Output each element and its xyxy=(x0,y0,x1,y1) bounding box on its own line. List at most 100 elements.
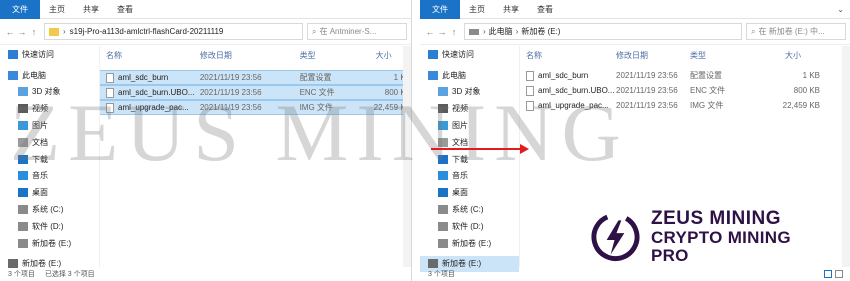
search-icon: ⌕ xyxy=(312,26,317,36)
sidebar-item[interactable]: 3D 对象 xyxy=(420,84,519,101)
sidebar-item[interactable]: 新加卷 (E:) xyxy=(420,235,519,252)
forward-icon[interactable]: → xyxy=(436,27,448,37)
details-view-icon[interactable] xyxy=(824,270,832,278)
sidebar-item[interactable]: 图片 xyxy=(420,117,519,134)
scrollbar[interactable] xyxy=(842,46,850,267)
selected-count: 已选择 3 个项目 xyxy=(44,271,95,278)
sidebar-item-label: 文档 xyxy=(452,137,468,147)
sidebar-item-label: 图片 xyxy=(452,121,468,131)
file-row[interactable]: aml_sdc_burn2021/11/19 23:56配置设置1 KB xyxy=(520,68,850,83)
search-icon: ⌕ xyxy=(751,26,756,36)
sidebar-item-label: 新加卷 (E:) xyxy=(452,238,492,248)
forward-icon[interactable]: → xyxy=(16,27,28,37)
sidebar-item[interactable]: 系统 (C:) xyxy=(420,201,519,218)
file-icon xyxy=(106,87,114,98)
star-icon xyxy=(428,49,438,59)
sidebar-item-label: 视频 xyxy=(32,104,48,114)
search-input[interactable]: ⌕ 在 Antminer-S... xyxy=(307,23,407,40)
breadcrumb-drive[interactable]: 新加卷 (E:) xyxy=(521,26,560,37)
sidebar-item[interactable]: 桌面 xyxy=(420,184,519,201)
tab-view[interactable]: 查看 xyxy=(108,0,142,19)
file-name-text: aml_sdc_burn xyxy=(118,73,169,82)
tab-home[interactable]: 主页 xyxy=(460,0,494,19)
music-icon xyxy=(18,171,28,181)
sidebar-item[interactable]: 文档 xyxy=(0,134,99,151)
sidebar-item[interactable]: 新加卷 (E:) xyxy=(0,235,99,252)
sidebar-item-label: 图片 xyxy=(32,121,48,131)
sidebar-item[interactable]: 下载 xyxy=(420,151,519,168)
drive-icon xyxy=(469,28,479,35)
tab-home[interactable]: 主页 xyxy=(40,0,74,19)
file-row[interactable]: aml_sdc_burn.UBO... 2021/11/19 23:56 ENC 文… xyxy=(100,85,411,100)
sidebar-item[interactable]: 软件 (D:) xyxy=(0,218,99,235)
chevron-right-icon: › xyxy=(483,27,486,36)
up-icon[interactable]: ↑ xyxy=(28,27,40,37)
sidebar-item[interactable]: 快速访问 xyxy=(0,46,99,63)
sidebar-item[interactable]: 音乐 xyxy=(0,168,99,185)
file-row[interactable]: aml_upgrade_pac... 2021/11/19 23:56 IMG 文件… xyxy=(100,100,411,115)
sidebar-item[interactable]: 快速访问 xyxy=(420,46,519,63)
column-type[interactable]: 类型 xyxy=(690,50,760,61)
file-row[interactable]: aml_sdc_burn.UBO... 2021/11/19 23:56 ENC 文… xyxy=(520,83,850,98)
music-icon xyxy=(438,171,448,181)
chevron-down-icon[interactable]: ⌄ xyxy=(837,5,844,14)
computer-icon xyxy=(428,70,438,80)
item-count: 3 个项目 xyxy=(428,271,455,278)
sidebar-item[interactable]: 视频 xyxy=(420,100,519,117)
file-name: aml_upgrade_pac... xyxy=(106,102,200,113)
path-input[interactable]: › 此电脑 › 新加卷 (E:) xyxy=(464,23,742,40)
column-size[interactable]: 大小 xyxy=(760,50,826,61)
sidebar-item[interactable]: 音乐 xyxy=(420,168,519,185)
file-row[interactable]: aml_sdc_burn2021/11/19 23:56配置设置1 KB xyxy=(100,70,411,85)
file-type: IMG 文件 xyxy=(690,101,724,110)
cube-icon xyxy=(18,87,28,97)
sidebar-item-label: 桌面 xyxy=(32,188,48,198)
tab-share[interactable]: 共享 xyxy=(494,0,528,19)
sidebar-item[interactable]: 系统 (C:) xyxy=(0,201,99,218)
tab-file[interactable]: 文件 xyxy=(0,0,40,19)
desktop-icon xyxy=(18,188,28,198)
search-input[interactable]: ⌕ 在 新加卷 (E:) 中... xyxy=(746,23,846,40)
file-name-text: aml_sdc_burn.UBO... xyxy=(538,86,615,95)
sidebar-item[interactable]: 下载 xyxy=(0,151,99,168)
column-name[interactable]: 名称 xyxy=(526,50,616,61)
ribbon-tabs: 文件 主页 共享 查看 ⌄ xyxy=(420,0,850,19)
drive-icon xyxy=(438,221,448,231)
column-date[interactable]: 修改日期 xyxy=(200,50,300,61)
search-placeholder: 在 Antminer-S... xyxy=(319,27,377,36)
file-size: 1 KB xyxy=(802,71,820,80)
path-input[interactable]: › s19j-Pro-a113d-amlctrl-flashCard-20211… xyxy=(44,23,303,40)
scrollbar[interactable] xyxy=(403,46,411,267)
sidebar-item-label: 3D 对象 xyxy=(32,87,61,97)
sidebar-item[interactable]: 软件 (D:) xyxy=(420,218,519,235)
sidebar-item-label: 音乐 xyxy=(32,171,48,181)
sidebar-item[interactable]: 图片 xyxy=(0,117,99,134)
sidebar-item[interactable]: 视频 xyxy=(0,100,99,117)
breadcrumb-this-pc[interactable]: 此电脑 xyxy=(489,26,513,37)
file-row[interactable]: aml_upgrade_pac... 2021/11/19 23:56 IMG 文件… xyxy=(520,98,850,113)
column-date[interactable]: 修改日期 xyxy=(616,50,690,61)
tab-file[interactable]: 文件 xyxy=(420,0,460,19)
navigation-pane: 快速访问此电脑 3D 对象 视频图片文档下载 音乐 桌面 系统 (C:) 软件 (D:) 新加… xyxy=(420,46,520,273)
tab-share[interactable]: 共享 xyxy=(74,0,108,19)
sidebar-item[interactable]: 3D 对象 xyxy=(0,84,99,101)
back-icon[interactable]: ← xyxy=(4,27,16,37)
view-toggle-icon[interactable] xyxy=(824,270,844,278)
sidebar-item-label: 快速访问 xyxy=(442,49,474,59)
sidebar-item[interactable]: 桌面 xyxy=(0,184,99,201)
tab-view[interactable]: 查看 xyxy=(528,0,562,19)
file-type: 配置设置 xyxy=(690,71,722,80)
file-icon xyxy=(526,70,534,81)
sidebar-item[interactable]: 此电脑 xyxy=(420,67,519,84)
download-icon xyxy=(438,154,448,164)
up-icon[interactable]: ↑ xyxy=(448,27,460,37)
file-date: 2021/11/19 23:56 xyxy=(199,103,262,112)
tiles-view-icon[interactable] xyxy=(835,270,843,278)
back-icon[interactable]: ← xyxy=(424,27,436,37)
column-name[interactable]: 名称 xyxy=(106,50,200,61)
sidebar-item-label: 新加卷 (E:) xyxy=(32,238,72,248)
column-type[interactable]: 类型 xyxy=(300,50,357,61)
lightning-bolt-icon xyxy=(591,212,640,262)
download-icon xyxy=(18,154,28,164)
sidebar-item[interactable]: 此电脑 xyxy=(0,67,99,84)
